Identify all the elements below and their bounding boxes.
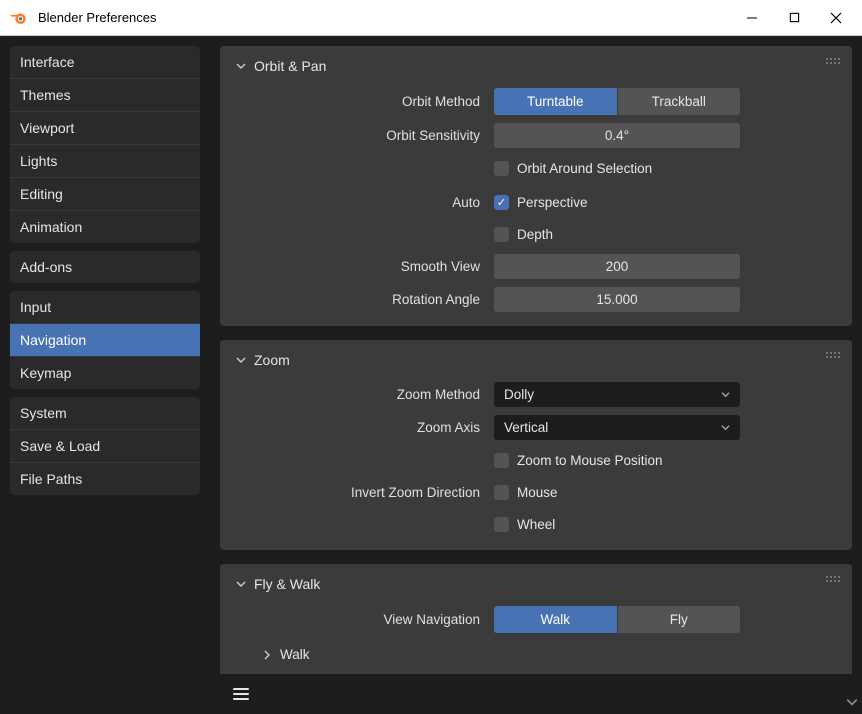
orbit-sensitivity-label: Orbit Sensitivity xyxy=(234,128,494,143)
orbit-method-toggle: Turntable Trackball xyxy=(494,88,740,115)
sidebar-item-addons[interactable]: Add-ons xyxy=(10,251,200,283)
panel-zoom: Zoom Zoom Method Dolly Zoom Axis xyxy=(220,340,852,550)
window-titlebar: Blender Preferences xyxy=(0,0,862,36)
sidebar-item-viewport[interactable]: Viewport xyxy=(10,112,200,145)
zoom-method-label: Zoom Method xyxy=(234,387,494,402)
orbit-around-selection-checkbox[interactable] xyxy=(494,161,509,176)
zoom-to-mouse-checkbox[interactable] xyxy=(494,453,509,468)
sidebar-item-keymap[interactable]: Keymap xyxy=(10,357,200,389)
smooth-view-label: Smooth View xyxy=(234,259,494,274)
rotation-angle-label: Rotation Angle xyxy=(234,292,494,307)
close-button[interactable] xyxy=(826,8,846,28)
view-navigation-toggle: Walk Fly xyxy=(494,606,740,633)
sidebar-item-system[interactable]: System xyxy=(10,397,200,430)
maximize-button[interactable] xyxy=(784,8,804,28)
nav-group-2: Add-ons xyxy=(10,251,200,283)
zoom-method-select[interactable]: Dolly xyxy=(494,382,740,407)
window-title: Blender Preferences xyxy=(38,10,742,25)
invert-zoom-mouse-checkbox[interactable] xyxy=(494,485,509,500)
zoom-axis-label: Zoom Axis xyxy=(234,420,494,435)
orbit-around-selection-label: Orbit Around Selection xyxy=(517,161,652,176)
panel-title: Fly & Walk xyxy=(254,576,320,592)
sidebar: Interface Themes Viewport Lights Editing… xyxy=(0,36,210,714)
view-navigation-walk[interactable]: Walk xyxy=(494,606,618,633)
drag-handle-icon[interactable] xyxy=(826,576,840,582)
sidebar-item-input[interactable]: Input xyxy=(10,291,200,324)
zoom-axis-select[interactable]: Vertical xyxy=(494,415,740,440)
chevron-right-icon xyxy=(260,648,274,662)
panel-title: Orbit & Pan xyxy=(254,58,326,74)
depth-label: Depth xyxy=(517,227,553,242)
invert-zoom-label: Invert Zoom Direction xyxy=(234,485,494,500)
panel-orbit-pan: Orbit & Pan Orbit Method Turntable Track… xyxy=(220,46,852,326)
orbit-method-trackball[interactable]: Trackball xyxy=(618,88,741,115)
panel-header-zoom[interactable]: Zoom xyxy=(234,352,838,368)
chevron-down-icon xyxy=(234,577,248,591)
perspective-checkbox[interactable] xyxy=(494,195,509,210)
depth-checkbox[interactable] xyxy=(494,227,509,242)
panel-header-orbit-pan[interactable]: Orbit & Pan xyxy=(234,58,838,74)
walk-subpanel-header[interactable]: Walk xyxy=(234,641,838,668)
orbit-method-label: Orbit Method xyxy=(234,94,494,109)
minimize-button[interactable] xyxy=(742,8,762,28)
panel-header-fly-walk[interactable]: Fly & Walk xyxy=(234,576,838,592)
walk-subpanel-label: Walk xyxy=(280,647,310,662)
chevron-down-icon xyxy=(234,353,248,367)
sidebar-item-navigation[interactable]: Navigation xyxy=(10,324,200,357)
drag-handle-icon[interactable] xyxy=(826,352,840,358)
blender-logo-icon xyxy=(8,7,30,29)
orbit-method-turntable[interactable]: Turntable xyxy=(494,88,618,115)
panel-fly-walk: Fly & Walk View Navigation Walk Fly xyxy=(220,564,852,674)
gravity-subpanel-header[interactable]: Gravity xyxy=(234,668,838,674)
sidebar-item-interface[interactable]: Interface xyxy=(10,46,200,79)
chevron-down-icon xyxy=(721,420,730,435)
sidebar-item-editing[interactable]: Editing xyxy=(10,178,200,211)
panel-title: Zoom xyxy=(254,352,290,368)
invert-zoom-wheel-checkbox[interactable] xyxy=(494,517,509,532)
smooth-view-field[interactable]: 200 xyxy=(494,254,740,279)
rotation-angle-field[interactable]: 15.000 xyxy=(494,287,740,312)
chevron-down-icon xyxy=(234,59,248,73)
zoom-axis-value: Vertical xyxy=(504,420,548,435)
perspective-label: Perspective xyxy=(517,195,588,210)
sidebar-item-save-load[interactable]: Save & Load xyxy=(10,430,200,463)
sidebar-item-file-paths[interactable]: File Paths xyxy=(10,463,200,495)
view-navigation-fly[interactable]: Fly xyxy=(618,606,741,633)
nav-group-3: Input Navigation Keymap xyxy=(10,291,200,389)
drag-handle-icon[interactable] xyxy=(826,58,840,64)
content-area: Orbit & Pan Orbit Method Turntable Track… xyxy=(210,36,862,714)
window-controls xyxy=(742,8,846,28)
auto-label: Auto xyxy=(234,195,494,210)
nav-group-4: System Save & Load File Paths xyxy=(10,397,200,495)
orbit-sensitivity-field[interactable]: 0.4° xyxy=(494,123,740,148)
zoom-method-value: Dolly xyxy=(504,387,534,402)
invert-zoom-mouse-label: Mouse xyxy=(517,485,558,500)
hamburger-menu-button[interactable] xyxy=(228,681,254,707)
sidebar-item-themes[interactable]: Themes xyxy=(10,79,200,112)
scroll-down-icon[interactable] xyxy=(846,696,860,710)
zoom-to-mouse-label: Zoom to Mouse Position xyxy=(517,453,663,468)
sidebar-item-lights[interactable]: Lights xyxy=(10,145,200,178)
sidebar-item-animation[interactable]: Animation xyxy=(10,211,200,243)
chevron-down-icon xyxy=(721,387,730,402)
view-navigation-label: View Navigation xyxy=(234,612,494,627)
invert-zoom-wheel-label: Wheel xyxy=(517,517,555,532)
bottom-bar xyxy=(220,674,852,714)
nav-group-1: Interface Themes Viewport Lights Editing… xyxy=(10,46,200,243)
